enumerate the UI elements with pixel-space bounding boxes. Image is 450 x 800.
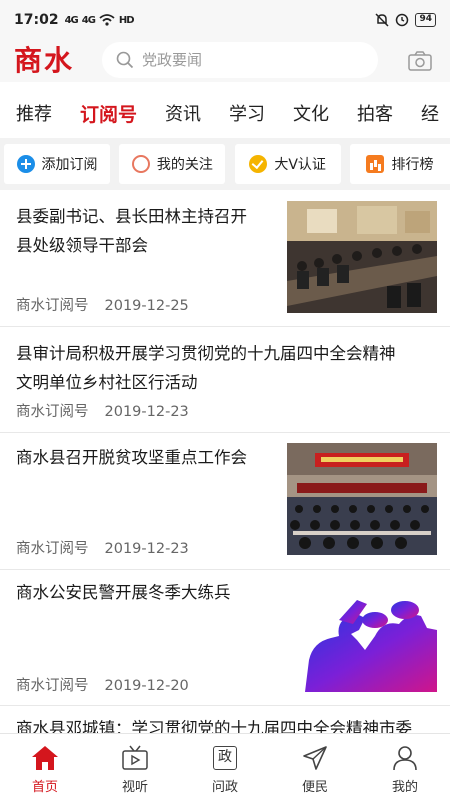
- news-source: 商水订阅号: [16, 541, 89, 557]
- wifi-icon: [99, 14, 115, 26]
- nav-services-label: 便民: [301, 780, 328, 795]
- tab-subscriptions[interactable]: 订阅号: [66, 92, 151, 138]
- app-logo: 商水: [14, 44, 75, 77]
- news-item[interactable]: 县委副书记、县长田林主持召开 县处级领导干部会 商水订阅号 2019-12-25: [0, 190, 450, 327]
- news-meta: 商水订阅号 2019-12-20: [16, 674, 189, 695]
- search-input[interactable]: [142, 51, 362, 69]
- tv-icon: [120, 744, 150, 772]
- battery-icon: 94: [415, 13, 436, 27]
- tab-recommend[interactable]: 推荐: [0, 92, 66, 138]
- nav-home[interactable]: 首页: [0, 734, 90, 800]
- nav-media-label: 视听: [121, 780, 148, 795]
- add-subscription-button[interactable]: 添加订阅: [4, 144, 110, 184]
- ranking-label: 排行榜: [391, 157, 434, 173]
- tab-photographer[interactable]: 拍客: [343, 92, 407, 138]
- nav-inquiry[interactable]: 政 问政: [180, 734, 270, 800]
- news-date: 2019-12-20: [104, 678, 189, 694]
- news-title-line: 县委副书记、县长田林主持召开: [16, 207, 247, 226]
- nav-services[interactable]: 便民: [270, 734, 360, 800]
- home-icon: [30, 744, 60, 772]
- news-title: 商水县召开脱贫攻坚重点工作会: [16, 443, 278, 472]
- police-salute-graphic: [287, 580, 437, 692]
- tab-culture[interactable]: 文化: [279, 92, 343, 138]
- quick-actions: 添加订阅 我的关注 大V认证 排行榜: [0, 138, 450, 190]
- camera-icon[interactable]: [408, 50, 432, 72]
- news-source: 商水订阅号: [16, 404, 89, 420]
- add-subscription-label: 添加订阅: [41, 157, 98, 173]
- big-v-verify-label: 大V认证: [274, 157, 326, 173]
- search-bar[interactable]: [102, 42, 378, 78]
- meeting-photo: [287, 201, 437, 313]
- user-icon: [390, 744, 420, 772]
- news-title: 县审计局积极开展学习贯彻党的十九届四中全会精神 文明单位乡村社区行活动: [16, 339, 441, 397]
- signal-icon-1: 4G: [64, 14, 79, 26]
- news-item[interactable]: 商水公安民警开展冬季大练兵 商水订阅号 2019-12-20: [0, 570, 450, 706]
- nav-home-label: 首页: [31, 780, 58, 795]
- news-item[interactable]: 商水县邓城镇：学习贯彻党的十九届四中全会精神市委: [0, 706, 450, 738]
- bar-chart-icon: [366, 155, 385, 173]
- signal-icon-2: 4G: [81, 14, 96, 26]
- news-source: 商水订阅号: [16, 678, 89, 694]
- news-title-line: 商水公安民警开展冬季大练兵: [16, 583, 231, 602]
- conference-photo: [287, 443, 437, 555]
- news-date: 2019-12-25: [104, 298, 189, 314]
- news-title-line: 商水县召开脱贫攻坚重点工作会: [16, 448, 247, 467]
- mute-bell-icon: [375, 13, 389, 27]
- send-icon: [300, 744, 330, 772]
- zheng-glyph: 政: [213, 746, 237, 770]
- nav-inquiry-label: 问政: [211, 780, 238, 795]
- news-title-line: 文明单位乡村社区行活动: [16, 373, 198, 392]
- news-date: 2019-12-23: [104, 541, 189, 557]
- bottom-navigation: 首页 视听 政 问政 便民 我的: [0, 733, 450, 800]
- news-meta: 商水订阅号 2019-12-23: [16, 537, 189, 558]
- news-date: 2019-12-23: [104, 404, 189, 420]
- nav-profile[interactable]: 我的: [360, 734, 450, 800]
- circle-icon: [131, 155, 150, 173]
- my-follows-label: 我的关注: [156, 157, 213, 173]
- news-meta: 商水订阅号 2019-12-23: [16, 400, 189, 421]
- news-title: 县委副书记、县长田林主持召开 县处级领导干部会: [16, 202, 278, 260]
- nav-profile-label: 我的: [391, 780, 418, 795]
- news-item[interactable]: 商水县召开脱贫攻坚重点工作会 商水订阅号 2019-12-23: [0, 433, 450, 570]
- news-title-line: 县审计局积极开展学习贯彻党的十九届四中全会精神: [16, 344, 396, 363]
- category-tabs: 推荐 订阅号 资讯 学习 文化 拍客 经: [0, 92, 450, 138]
- tab-economy[interactable]: 经: [407, 92, 450, 138]
- news-meta: 商水订阅号 2019-12-25: [16, 294, 189, 315]
- app-header: 商水: [0, 40, 450, 82]
- my-follows-button[interactable]: 我的关注: [119, 144, 226, 184]
- ranking-button[interactable]: 排行榜: [349, 144, 450, 184]
- tab-news[interactable]: 资讯: [151, 92, 215, 138]
- big-v-verify-button[interactable]: 大V认证: [234, 144, 341, 184]
- news-title: 商水公安民警开展冬季大练兵: [16, 578, 278, 607]
- tab-study[interactable]: 学习: [215, 92, 279, 138]
- search-icon: [116, 51, 134, 69]
- status-bar: 17:02 4G 4G HD 94: [0, 0, 450, 40]
- news-item[interactable]: 县审计局积极开展学习贯彻党的十九届四中全会精神 文明单位乡村社区行活动 商水订阅…: [0, 327, 450, 433]
- nav-media[interactable]: 视听: [90, 734, 180, 800]
- alarm-icon: [396, 13, 409, 27]
- hd-icon: HD: [118, 14, 135, 26]
- news-title-line: 县处级领导干部会: [16, 236, 148, 255]
- clock: 17:02: [14, 12, 59, 28]
- zheng-icon: 政: [210, 744, 240, 772]
- news-source: 商水订阅号: [16, 298, 89, 314]
- verified-icon: [249, 155, 268, 173]
- add-icon: [16, 155, 35, 173]
